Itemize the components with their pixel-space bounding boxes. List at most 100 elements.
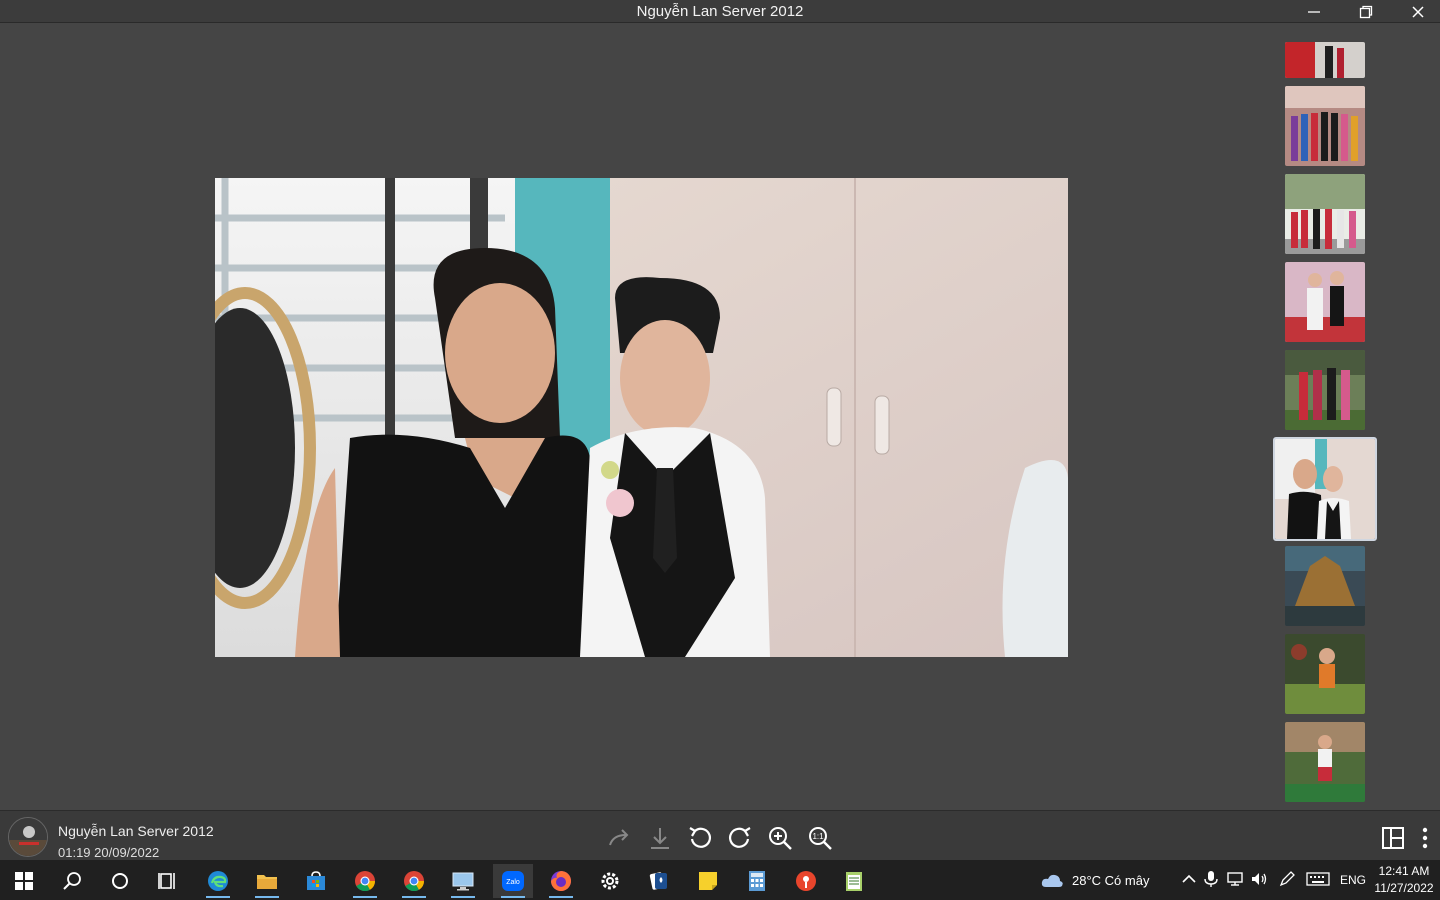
chrome-icon — [355, 871, 376, 892]
sticky-notes-icon — [699, 872, 717, 890]
photo-couple-image — [215, 178, 1068, 657]
share-button[interactable] — [606, 824, 634, 852]
task-view-button[interactable] — [148, 864, 188, 898]
group-photo-thumbnail-icon — [1285, 350, 1365, 430]
more-icon — [1422, 827, 1428, 849]
group-photo-thumbnail-icon — [1285, 42, 1365, 78]
main-photo[interactable] — [215, 178, 1068, 657]
taskbar-chrome[interactable] — [345, 864, 385, 898]
svg-text:1:1: 1:1 — [812, 832, 824, 841]
decoration-photo-thumbnail-icon — [1285, 546, 1365, 626]
search-button[interactable] — [52, 864, 92, 898]
child-photo-thumbnail-icon — [1285, 634, 1365, 714]
solitaire-icon — [649, 872, 667, 890]
chrome-alt-icon — [404, 871, 425, 892]
rotate-left-icon — [689, 827, 711, 848]
download-button[interactable] — [646, 824, 674, 852]
cloud-weather-icon[interactable] — [1040, 871, 1064, 889]
photo-datetime: 01:19 20/09/2022 — [58, 845, 160, 860]
start-button[interactable] — [4, 864, 44, 898]
keyboard-icon[interactable] — [1306, 870, 1330, 888]
couple-photo-thumbnail-icon — [1285, 262, 1365, 342]
taskbar-settings[interactable] — [590, 864, 630, 898]
actual-size-button[interactable]: 1:1 — [806, 824, 834, 852]
settings-icon — [601, 872, 619, 890]
taskbar-edge[interactable] — [198, 864, 238, 898]
avatar-image — [9, 818, 47, 856]
actual-size-icon: 1:1 — [809, 827, 832, 850]
close-icon — [1412, 5, 1424, 18]
windows-taskbar: Zalo 28°C Có mây ENG 12:41 AM 11/27/2022 — [0, 860, 1440, 900]
file-explorer-icon — [257, 875, 277, 889]
taskbar-zalo[interactable]: Zalo — [493, 864, 533, 898]
photo-viewer-window: Nguyễn Lan Server 2012 Nguyễn Lan Server… — [0, 0, 1440, 860]
taskbar-sticky-notes[interactable] — [688, 864, 728, 898]
thumbnail-5[interactable] — [1285, 350, 1365, 430]
restore-icon — [1359, 5, 1373, 18]
zalo-icon: Zalo — [502, 871, 524, 891]
thumbnail-6-selected[interactable] — [1273, 437, 1377, 541]
taskbar-maps[interactable] — [786, 864, 826, 898]
taskbar-firefox[interactable] — [541, 864, 581, 898]
calculator-icon — [749, 871, 765, 891]
taskbar-notepad[interactable] — [834, 864, 874, 898]
thumbnail-1[interactable] — [1285, 42, 1365, 78]
remote-desktop-icon — [452, 872, 474, 891]
share-icon — [609, 829, 629, 846]
selected-photo-thumbnail-icon — [1275, 439, 1375, 539]
bottom-toolbar: Nguyễn Lan Server 2012 01:19 20/09/2022 … — [0, 810, 1440, 860]
zoom-in-button[interactable] — [766, 824, 794, 852]
thumbnail-2[interactable] — [1285, 86, 1365, 166]
edge-icon — [208, 871, 228, 891]
more-button[interactable] — [1411, 824, 1439, 852]
notepad-icon — [846, 872, 862, 891]
thumbnail-4[interactable] — [1285, 262, 1365, 342]
network-icon[interactable] — [1226, 870, 1244, 888]
window-title: Nguyễn Lan Server 2012 — [636, 3, 804, 20]
thumbnail-7[interactable] — [1285, 546, 1365, 626]
cortana-button[interactable] — [100, 864, 140, 898]
cortana-icon — [112, 873, 128, 889]
download-icon — [651, 828, 669, 849]
thumbnail-strip[interactable] — [1270, 24, 1440, 810]
taskbar-remote-desktop[interactable] — [443, 864, 483, 898]
sender-avatar[interactable] — [8, 817, 48, 857]
title-bar: Nguyễn Lan Server 2012 — [0, 0, 1440, 23]
group-photo-thumbnail-icon — [1285, 174, 1365, 254]
rotate-left-button[interactable] — [686, 824, 714, 852]
show-hidden-icons-icon[interactable] — [1180, 870, 1198, 888]
thumbnail-8[interactable] — [1285, 634, 1365, 714]
rotate-right-button[interactable] — [726, 824, 754, 852]
taskbar-file-explorer[interactable] — [247, 864, 287, 898]
restore-button[interactable] — [1342, 0, 1390, 23]
weather-text[interactable]: 28°C Có mây — [1072, 873, 1149, 888]
system-clock[interactable]: 12:41 AM 11/27/2022 — [1370, 863, 1438, 897]
minimize-button[interactable] — [1290, 0, 1338, 23]
firefox-icon — [551, 871, 571, 891]
taskbar-store[interactable] — [296, 864, 336, 898]
image-viewer-area[interactable] — [0, 24, 1270, 810]
close-button[interactable] — [1394, 0, 1440, 23]
group-photo-thumbnail-icon — [1285, 86, 1365, 166]
sender-name: Nguyễn Lan Server 2012 — [58, 823, 214, 839]
thumbnail-9[interactable] — [1285, 722, 1365, 802]
pen-icon[interactable] — [1278, 870, 1296, 888]
search-icon — [63, 872, 81, 890]
volume-icon[interactable] — [1250, 870, 1268, 888]
zoom-in-icon — [769, 827, 792, 850]
clock-time: 12:41 AM — [1378, 864, 1430, 878]
microphone-icon[interactable] — [1202, 870, 1220, 888]
layout-button[interactable] — [1379, 824, 1407, 852]
language-indicator[interactable]: ENG — [1340, 873, 1366, 887]
store-icon — [307, 871, 325, 890]
minimize-icon — [1308, 10, 1320, 13]
taskbar-calculator[interactable] — [737, 864, 777, 898]
task-view-icon — [158, 873, 175, 889]
taskbar-chrome-alt[interactable] — [394, 864, 434, 898]
zalo-label: Zalo — [506, 879, 520, 886]
windows-start-icon — [15, 872, 33, 890]
thumbnail-3[interactable] — [1285, 174, 1365, 254]
layout-icon — [1382, 827, 1404, 849]
taskbar-solitaire[interactable] — [639, 864, 679, 898]
rotate-right-icon — [729, 827, 751, 848]
